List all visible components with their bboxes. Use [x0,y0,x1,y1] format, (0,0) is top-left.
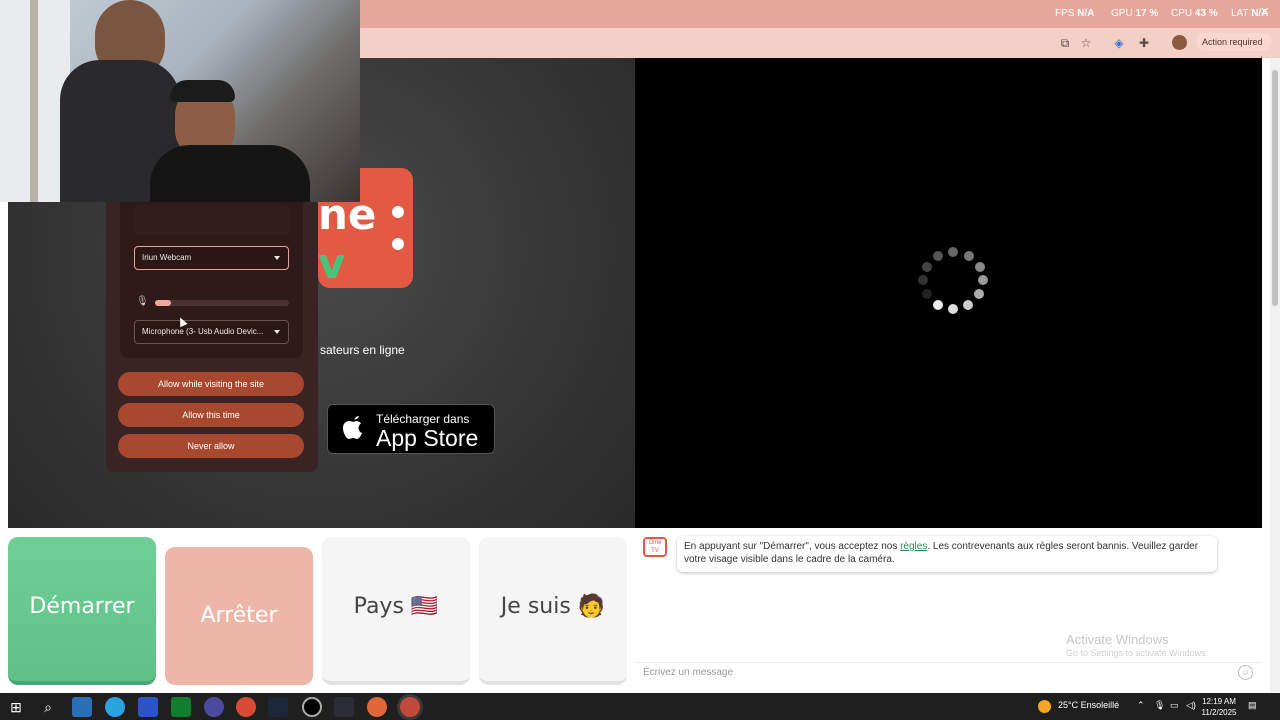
country-button[interactable]: Pays 🇺🇸 [322,537,470,685]
mic-level-fill [155,300,172,306]
users-online-text: sateurs en ligne [320,343,405,357]
appstore-big-text: App Store [376,425,479,451]
shield-icon[interactable]: ◈ [1110,34,1128,52]
notifications-icon[interactable]: ▤ [1248,700,1257,711]
scrollbar-thumb[interactable] [1272,70,1278,306]
obs-icon[interactable] [302,697,322,717]
i-am-label: Je suis [500,594,571,619]
apple-icon [343,416,362,439]
weather-text[interactable]: 25°C Ensoleillé [1058,700,1119,710]
chat-divider [635,662,1262,663]
discord-icon[interactable] [204,697,224,717]
chevron-down-icon [274,330,280,334]
sun-icon [1038,700,1051,713]
rules-notice: En appuyant sur "Démarrer", vous accepte… [677,536,1217,572]
tray-chevron-icon[interactable]: ⌃ [1137,700,1145,711]
action-required-button[interactable]: Action required ⋮ [1196,33,1272,65]
search-icon[interactable]: ⌕ [38,697,58,717]
gpu-readout: GPU 17 % [1111,8,1159,19]
webcam-preview [0,0,360,202]
camera-preview-slot [134,205,289,235]
us-flag-icon: 🇺🇸 [410,594,439,619]
bookmark-star-icon[interactable]: ☆ [1077,34,1095,52]
allow-while-visiting-button[interactable]: Allow while visiting the site [118,372,304,396]
app-icon[interactable] [334,697,354,717]
microphone-icon: 🎙 [136,296,149,307]
remote-video-area [635,58,1262,528]
clock[interactable]: 12:19 AM 11/2/2025 [1200,696,1238,718]
extensions-icon[interactable]: ✚ [1135,34,1153,52]
rules-link[interactable]: règles [900,541,927,552]
activate-windows-subtitle: Go to Settings to activate Windows. [1066,648,1209,658]
tv-icon: Ome TV [643,537,667,557]
clock-time: 12:19 AM [1202,697,1236,706]
microphone-select-value: Microphone (3- Usb Audio Devic... [142,327,264,336]
profile-avatar[interactable] [1172,35,1187,50]
loading-spinner-icon [918,247,988,314]
message-input[interactable]: Écrivez un message [643,667,733,678]
close-window-icon[interactable]: ✕ [1260,5,1269,18]
windows-start-icon[interactable]: ⊞ [6,697,26,717]
start-button[interactable]: Démarrer [8,537,156,685]
chrome-profile-icon[interactable] [367,697,387,717]
appstore-small-text: Télécharger dans [376,412,470,426]
i-am-button[interactable]: Je suis 🧑 [479,537,627,685]
camera-select-value: Iriun Webcam [142,253,192,262]
telegram-icon[interactable] [105,697,125,717]
install-app-icon[interactable]: ⧉ [1056,34,1074,52]
camera-select[interactable]: Iriun Webcam [134,246,289,270]
chrome-icon[interactable] [236,697,256,717]
chrome-active-icon[interactable] [400,697,420,717]
microphone-select[interactable]: Microphone (3- Usb Audio Devic... [134,320,289,344]
emoji-icon[interactable]: ☺ [1238,665,1253,680]
logo-text: ne v [318,190,377,288]
person-icon: 🧑 [577,594,606,619]
clock-date: 11/2/2025 [1201,708,1237,717]
cpu-readout: CPU 43 % [1171,8,1218,19]
notice-text-start: En appuyant sur "Démarrer", vous accepte… [684,541,901,552]
app-store-badge[interactable]: Télécharger dans App Store [327,404,495,454]
xbox-icon[interactable] [171,697,191,717]
never-allow-button[interactable]: Never allow [118,434,304,458]
store-icon[interactable] [72,697,92,717]
chevron-down-icon [274,256,280,260]
mic-tray-icon[interactable]: 🎙 [1154,700,1165,711]
app-m-icon[interactable] [138,697,158,717]
allow-this-time-button[interactable]: Allow this time [118,403,304,427]
mic-level-meter [155,300,289,306]
network-icon[interactable]: ▭ [1170,700,1179,711]
activate-windows-title: Activate Windows [1066,632,1169,647]
fps-readout: FPS N/A [1055,8,1095,19]
steam-icon[interactable] [268,697,288,717]
volume-icon[interactable]: ◁) [1186,700,1196,711]
country-label: Pays [353,594,404,619]
stop-button[interactable]: Arrêter [165,547,313,685]
